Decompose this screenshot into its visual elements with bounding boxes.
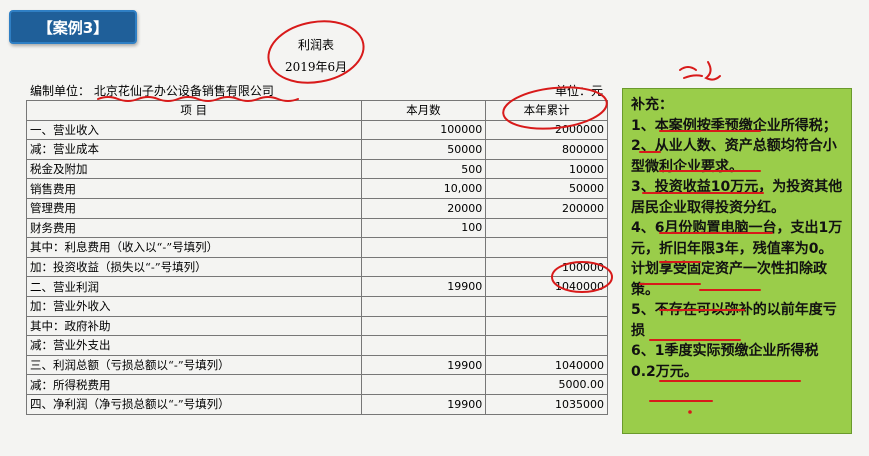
row-month: 20000 (360, 197, 487, 219)
row-ytd: 5000.00 (485, 374, 608, 395)
row-month: 19900 (360, 276, 487, 297)
row-item: 减：营业外支出 (26, 335, 362, 356)
row-month: 10,000 (360, 178, 487, 199)
row-ytd: 1035000 (485, 393, 608, 415)
table-row: 一、营业收入 100000 2000000 (26, 119, 608, 141)
table-row: 四、净利润（净亏损总额以“-”号填列） 19900 1035000 (26, 393, 608, 415)
row-month: 50000 (360, 139, 487, 160)
note-item: 2、从业人数、资产总额均符合小型微利企业要求。 (631, 138, 837, 175)
note-item: 6、1季度实际预缴企业所得税0.2万元。 (631, 343, 819, 380)
row-ytd (485, 315, 608, 337)
row-month: 100 (360, 217, 487, 239)
note-item: 1、本案例按季预缴企业所得税； (631, 117, 837, 134)
table-row: 财务费用 100 (26, 217, 608, 239)
row-ytd: 200000 (485, 197, 608, 219)
company-name: 编制单位： 北京花仙子办公设备销售有限公司 (30, 84, 274, 98)
row-item: 减：营业成本 (26, 139, 362, 160)
table-row: 其中：利息费用（收入以“-”号填列） (26, 237, 608, 258)
row-month: 500 (360, 158, 487, 180)
row-item: 四、净利润（净亏损总额以“-”号填列） (26, 393, 362, 415)
row-month (360, 295, 487, 317)
row-item: 加：投资收益（损失以“-”号填列） (26, 256, 362, 278)
row-month: 19900 (360, 393, 487, 415)
row-ytd (485, 237, 608, 258)
row-ytd (485, 217, 608, 239)
row-ytd: 1040000 (485, 276, 608, 297)
row-item: 二、营业利润 (26, 276, 362, 297)
row-month (360, 315, 487, 337)
row-ytd: 50000 (485, 178, 608, 199)
header-item: 项 目 (26, 100, 362, 121)
header-ytd: 本年累计 (485, 100, 608, 121)
row-ytd: 2000000 (485, 119, 608, 141)
row-month (360, 374, 487, 395)
row-item: 其中：政府补助 (26, 315, 362, 337)
row-item: 管理费用 (26, 197, 362, 219)
row-ytd: 1040000 (485, 354, 608, 376)
row-item: 其中：利息费用（收入以“-”号填列） (26, 237, 362, 258)
row-month (360, 335, 487, 356)
table-row: 减：营业成本 50000 800000 (26, 139, 608, 160)
note-item: 4、6月份购置电脑一台，支出1万元，折旧年限3年，残值率为0。计划享受固定资产一… (631, 220, 843, 298)
row-item: 三、利润总额（亏损总额以“-”号填列） (26, 354, 362, 376)
row-item: 税金及附加 (26, 158, 362, 180)
row-month (360, 256, 487, 278)
row-ytd: 10000 (485, 158, 608, 180)
report-date: 2019年6月 (285, 60, 348, 74)
notes-heading: 补充： (631, 97, 673, 113)
table-header-row: 项 目 本月数 本年累计 (26, 100, 608, 121)
report-title: 利润表 (298, 38, 335, 52)
table-row: 三、利润总额（亏损总额以“-”号填列） 19900 1040000 (26, 354, 608, 376)
table-row: 二、营业利润 19900 1040000 (26, 276, 608, 297)
header-month: 本月数 (360, 100, 487, 121)
row-month: 19900 (360, 354, 487, 376)
row-item: 减：所得税费用 (26, 374, 362, 395)
table-row: 减：所得税费用 5000.00 (26, 374, 608, 395)
row-item: 财务费用 (26, 217, 362, 239)
notes-panel: 补充： 1、本案例按季预缴企业所得税； 2、从业人数、资产总额均符合小型微利企业… (622, 88, 852, 434)
table-row: 销售费用 10,000 50000 (26, 178, 608, 199)
row-item: 销售费用 (26, 178, 362, 199)
row-ytd: 100000 (485, 256, 608, 278)
note-item: 3、投资收益10万元，为投资其他居民企业取得投资分红。 (631, 179, 843, 216)
table-row: 管理费用 20000 200000 (26, 197, 608, 219)
row-item: 一、营业收入 (26, 119, 362, 141)
note-item: 5、不存在可以弥补的以前年度亏损 (631, 302, 837, 339)
row-item: 加：营业外收入 (26, 295, 362, 317)
row-ytd (485, 295, 608, 317)
row-ytd: 800000 (485, 139, 608, 160)
table-row: 减：营业外支出 (26, 335, 608, 356)
currency-unit: 单位：元 (555, 84, 604, 98)
row-month (360, 237, 487, 258)
table-row: 加：投资收益（损失以“-”号填列） 100000 (26, 256, 608, 278)
table-row: 其中：政府补助 (26, 315, 608, 337)
table-row: 税金及附加 500 10000 (26, 158, 608, 180)
statement-table: 项 目 本月数 本年累计 一、营业收入 100000 2000000 减：营业成本 50… (26, 100, 608, 415)
table-row: 加：营业外收入 (26, 295, 608, 317)
row-ytd (485, 335, 608, 356)
row-month: 100000 (360, 119, 487, 141)
